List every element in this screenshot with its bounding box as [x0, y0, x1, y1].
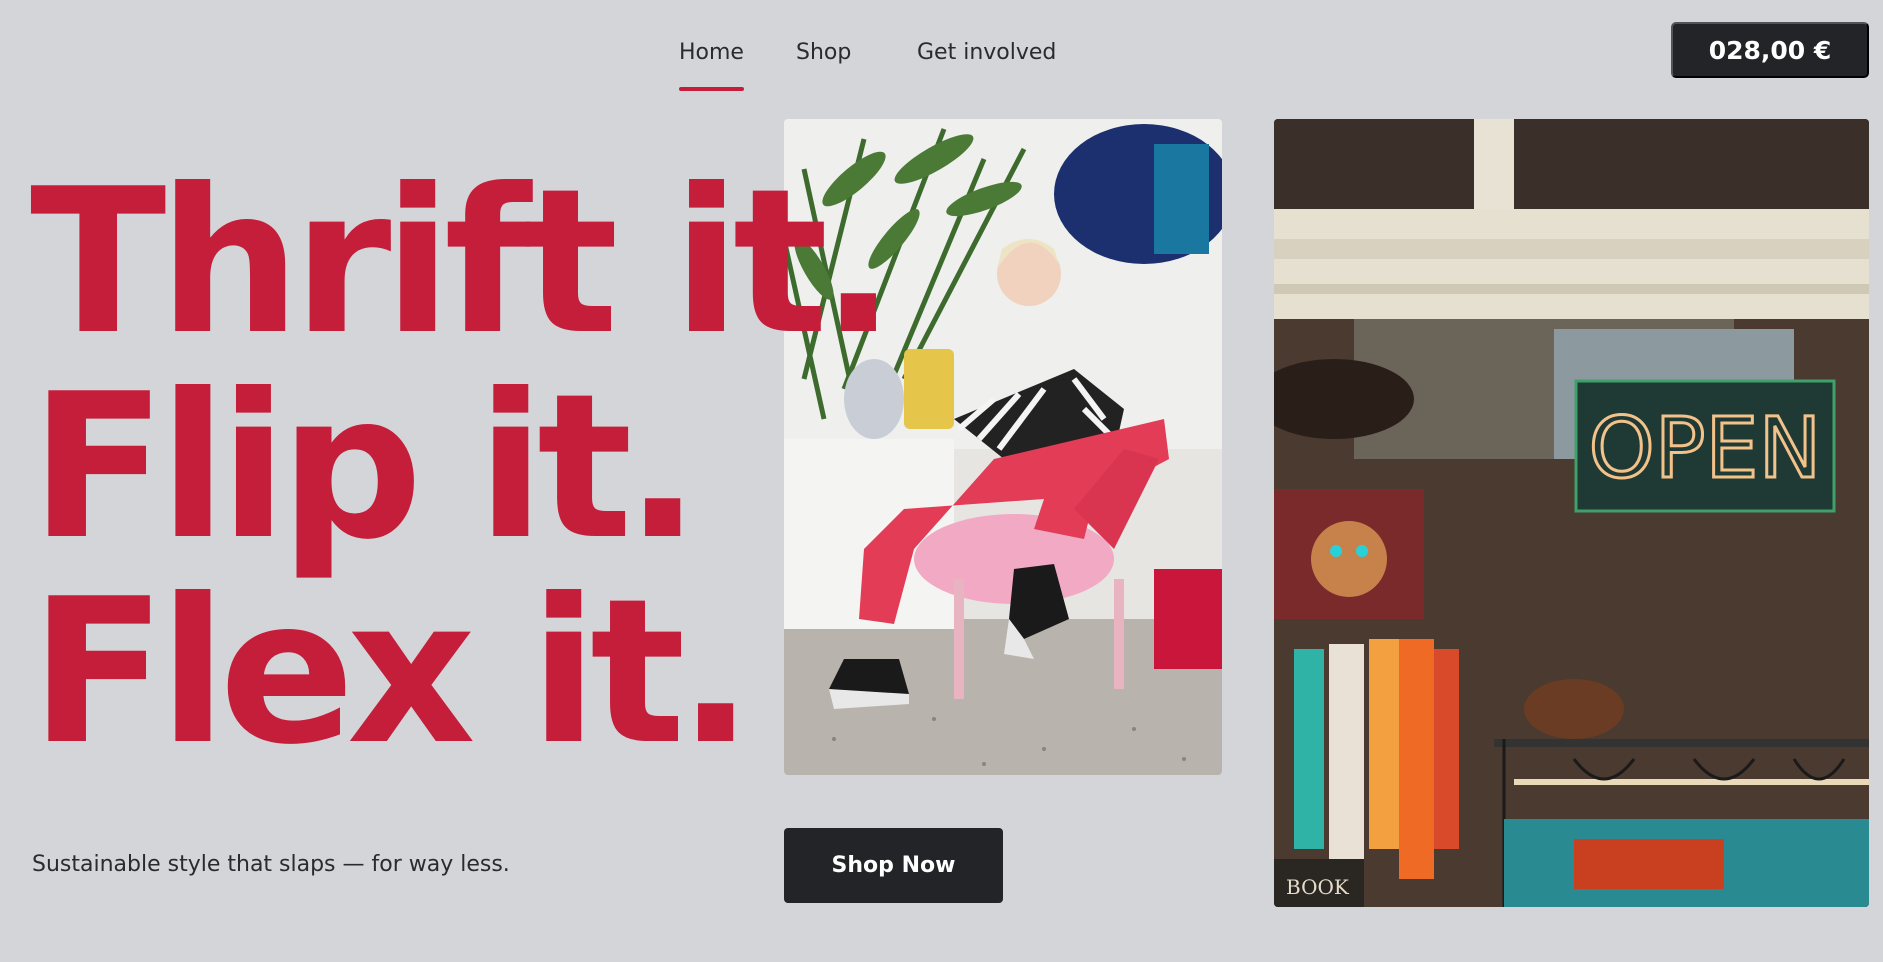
headline-line-3: Flex it.: [30, 556, 754, 789]
headline-line-1: Thrift it.: [30, 146, 896, 379]
hero-headline: Thrift it. Flip it. Flex it.: [30, 146, 896, 789]
cart-total-button[interactable]: 028,00 €: [1671, 22, 1869, 78]
nav-shop-link[interactable]: Shop: [796, 40, 851, 65]
book-sign-text: BOOK: [1286, 875, 1350, 899]
nav-active-indicator: [679, 87, 744, 91]
open-sign-text: OPEN: [1589, 399, 1822, 497]
shop-now-button[interactable]: Shop Now: [784, 828, 1003, 903]
headline-line-2: Flip it.: [30, 351, 701, 584]
nav-home-link[interactable]: Home: [679, 40, 744, 65]
storefront-photo: OPEN BOOK: [1274, 119, 1869, 907]
nav-get-involved-link[interactable]: Get involved: [917, 40, 1056, 65]
hero-tagline: Sustainable style that slaps — for way l…: [32, 852, 510, 877]
